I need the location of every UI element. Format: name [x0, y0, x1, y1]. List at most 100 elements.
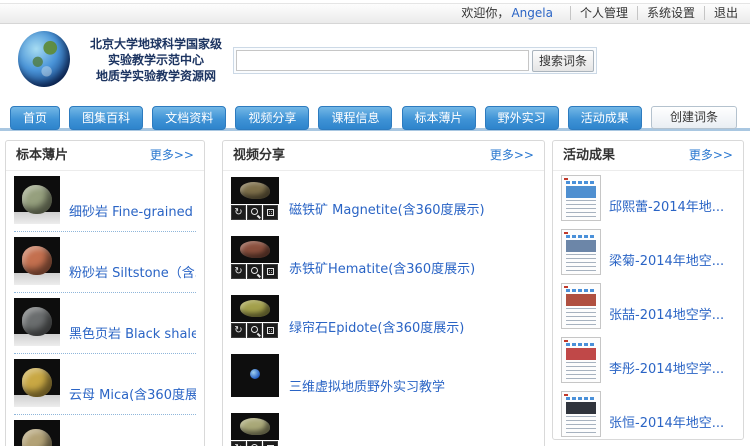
video-thumbnail[interactable]: ↻ [231, 236, 279, 279]
video-link[interactable]: 绿帘石Epidote(含360度展示) [289, 317, 464, 338]
activity-link[interactable]: 邱熙蕾-2014年地... [609, 196, 724, 221]
specimen-link[interactable]: 黑色页岩 Black shale（... [69, 323, 196, 346]
list-item: 细砂岩 Fine-grained ... [6, 171, 204, 231]
tab-gallery[interactable]: 图集百科 [69, 106, 143, 130]
rock-image [22, 185, 52, 214]
list-item: 张恒-2014年地空... [553, 387, 743, 441]
list-item: 白云母 Muscovite (含3... [6, 415, 204, 446]
tab-specimens[interactable]: 标本薄片 [402, 106, 476, 130]
activity-thumbnail[interactable] [561, 391, 601, 437]
rock-image [240, 300, 270, 317]
tab-courses[interactable]: 课程信息 [318, 106, 392, 130]
video-controls: ↻ [231, 264, 279, 279]
document-text-lines [566, 416, 596, 433]
activities-panel-title: 活动成果 [563, 148, 615, 163]
document-photo [566, 348, 596, 360]
rock-image [22, 368, 52, 397]
document-text-lines [566, 308, 596, 325]
fullscreen-icon [263, 264, 278, 279]
list-item: 云母 Mica(含360度展示) [6, 354, 204, 414]
activity-thumbnail[interactable] [561, 175, 601, 221]
specimens-panel-title: 标本薄片 [16, 148, 68, 163]
magnifier-icon [247, 264, 262, 279]
document-text-lines [566, 362, 596, 379]
activity-link[interactable]: 李彤-2014地空学... [609, 358, 724, 383]
rotate-icon: ↻ [231, 264, 246, 279]
videos-more-link[interactable]: 更多>> [490, 141, 534, 170]
activity-thumbnail[interactable] [561, 337, 601, 383]
topbar-link-settings[interactable]: 系统设置 [637, 6, 695, 20]
topbar-links: 欢迎你，Angela 个人管理系统设置退出 [461, 4, 750, 23]
fullscreen-icon [263, 441, 278, 446]
videos-panel: 更多>> 视频分享 ↻ 磁铁矿 Magnetite(含360度展示) [222, 140, 545, 446]
activity-link[interactable]: 梁菊-2014年地空... [609, 250, 724, 275]
list-item: 李彤-2014地空学... [553, 333, 743, 387]
video-thumbnail[interactable]: ↻ [231, 295, 279, 338]
specimen-thumbnail[interactable] [14, 237, 60, 285]
activity-link[interactable]: 张恒-2014年地空... [609, 412, 724, 437]
video-link[interactable]: 赤铁矿Hematite(含360度展示) [289, 258, 475, 279]
video-thumbnail[interactable]: ↻ [231, 413, 279, 446]
specimens-more-link[interactable]: 更多>> [150, 141, 194, 170]
document-header-strip [566, 235, 596, 238]
video-frame [231, 177, 279, 204]
video-link[interactable]: 三维虚拟地质野外实习教学 [289, 376, 445, 397]
document-photo [566, 186, 596, 198]
nav-tabs: 首页 图集百科 文档资料 视频分享 课程信息 标本薄片 野外实习 活动成果 [10, 106, 646, 130]
document-photo [566, 402, 596, 414]
tab-fieldwork[interactable]: 野外实习 [485, 106, 559, 130]
magnifier-icon [247, 205, 262, 220]
activity-thumbnail[interactable] [561, 283, 601, 329]
main-nav: 首页 图集百科 文档资料 视频分享 课程信息 标本薄片 野外实习 活动成果 创建… [0, 106, 750, 131]
document-header-strip [566, 289, 596, 292]
magnifier-icon [247, 441, 262, 446]
list-item: 邱熙蕾-2014年地... [553, 171, 743, 225]
rock-image [240, 418, 270, 435]
list-item: 张喆-2014地空学... [553, 279, 743, 333]
video-frame [231, 295, 279, 322]
tab-videos[interactable]: 视频分享 [235, 106, 309, 130]
username-link[interactable]: Angela [511, 6, 553, 20]
specimens-panel-header: 更多>> 标本薄片 [6, 141, 204, 171]
rotate-icon: ↻ [231, 323, 246, 338]
site-title-line2: 实验教学示范中心 [70, 52, 242, 68]
search-button[interactable]: 搜索词条 [532, 50, 594, 72]
list-item: ↻ [223, 407, 544, 446]
tab-home[interactable]: 首页 [10, 106, 60, 130]
rock-image [22, 307, 52, 336]
specimen-link[interactable]: 粉砂岩 Siltstone（含36... [69, 262, 196, 285]
specimen-thumbnail[interactable] [14, 176, 60, 224]
list-item: ↻ 绿帘石Epidote(含360度展示) [223, 289, 544, 348]
video-controls: ↻ [231, 323, 279, 338]
video-thumbnail[interactable]: ↻ [231, 177, 279, 220]
specimen-thumbnail[interactable] [14, 420, 60, 446]
topbar-link-account[interactable]: 个人管理 [570, 6, 628, 20]
activities-more-link[interactable]: 更多>> [689, 141, 733, 170]
video-frame [231, 354, 279, 397]
specimen-thumbnail[interactable] [14, 298, 60, 346]
search-input[interactable] [236, 50, 529, 71]
site-logo-earth-icon[interactable] [18, 31, 70, 87]
specimen-link[interactable]: 细砂岩 Fine-grained ... [69, 201, 196, 224]
video-link[interactable]: 磁铁矿 Magnetite(含360度展示) [289, 199, 485, 220]
specimen-thumbnail[interactable] [14, 359, 60, 407]
video-frame [231, 413, 279, 440]
document-text-lines [566, 200, 596, 217]
video-thumbnail[interactable] [231, 354, 279, 397]
specimen-link[interactable]: 云母 Mica(含360度展示) [69, 384, 196, 407]
list-item: ↻ 赤铁矿Hematite(含360度展示) [223, 230, 544, 289]
activity-link[interactable]: 张喆-2014地空学... [609, 304, 724, 329]
rotate-icon: ↻ [231, 205, 246, 220]
welcome-prefix: 欢迎你， [461, 6, 509, 20]
list-item: 三维虚拟地质野外实习教学 [223, 348, 544, 407]
tab-documents[interactable]: 文档资料 [152, 106, 226, 130]
list-item: 粉砂岩 Siltstone（含36... [6, 232, 204, 292]
site-title-line3: 地质学实验教学资源网 [70, 68, 242, 84]
document-header-strip [566, 343, 596, 346]
rock-image [240, 241, 270, 258]
tab-activities[interactable]: 活动成果 [568, 106, 642, 130]
create-entry-button[interactable]: 创建词条 [651, 106, 737, 129]
topbar-link-logout[interactable]: 退出 [704, 6, 738, 20]
activity-thumbnail[interactable] [561, 229, 601, 275]
activities-panel: 更多>> 活动成果 邱熙蕾-2014年地... 梁菊-2014年地空... [552, 140, 744, 440]
